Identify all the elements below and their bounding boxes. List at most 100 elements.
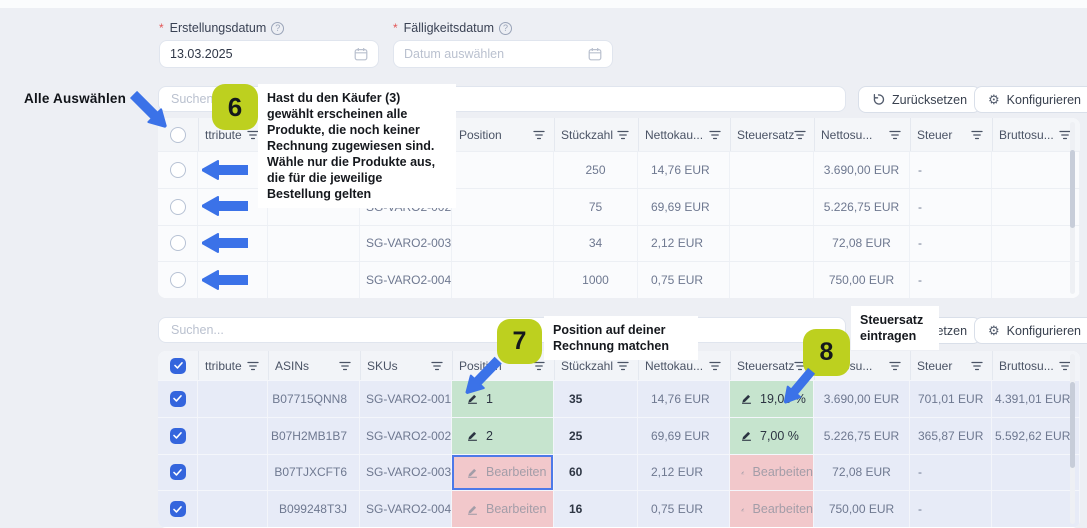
- steuer-value: -: [918, 465, 922, 479]
- edit-icon: [467, 504, 478, 515]
- cell-nettosu: 72,08 EUR: [814, 455, 910, 491]
- filter-icon[interactable]: [617, 130, 629, 140]
- cell-bruttosu: [992, 262, 1080, 298]
- required-asterisk: *: [393, 21, 398, 35]
- column-label[interactable]: Bruttosu...: [999, 359, 1054, 373]
- table-row[interactable]: B07H2MB1B7SG-VARO2-002 822569,69 EUR7,00…: [158, 417, 1080, 454]
- table-row[interactable]: B099248T3JSG-VARO2-004 1Bearbeiten160,75…: [158, 490, 1080, 527]
- help-icon[interactable]: ?: [499, 22, 512, 35]
- steuersatz-value: Bearbeiten: [753, 502, 813, 516]
- column-label[interactable]: Steuer: [917, 128, 952, 142]
- select-all-checkbox[interactable]: [170, 127, 186, 143]
- cell-nettokau: 2,12 EUR: [638, 226, 730, 262]
- reset-button[interactable]: Zurücksetzen: [858, 86, 981, 113]
- column-label[interactable]: Stückzahl: [561, 359, 613, 373]
- table-row[interactable]: SG-VARO2-003342,12 EUR72,08 EUR-: [158, 225, 1080, 262]
- stueckzahl-value: 34: [589, 236, 602, 250]
- page: * Erstellungsdatum ? 13.03.2025 * Fällig…: [0, 0, 1087, 528]
- row-checkbox[interactable]: [170, 428, 186, 444]
- cell-steuer: -: [910, 491, 992, 527]
- cell-nettosu: 3.690,00 EUR: [814, 381, 910, 417]
- position-value: 2: [486, 429, 493, 443]
- position-edit-button[interactable]: 2: [452, 418, 553, 454]
- cell-select: [158, 262, 198, 298]
- filter-icon[interactable]: [889, 361, 901, 371]
- scrollbar[interactable]: [1070, 122, 1075, 294]
- cell-stueckzahl: 60: [554, 455, 638, 491]
- header-cell-position: Position: [452, 118, 554, 151]
- row-checkbox[interactable]: [170, 391, 186, 407]
- steuersatz-edit-button[interactable]: Bearbeiten: [730, 491, 813, 527]
- header-cell-nettosu: Nettosu...: [814, 118, 910, 151]
- scrollbar-thumb[interactable]: [1070, 382, 1075, 468]
- position-edit-button[interactable]: Bearbeiten: [452, 491, 553, 527]
- steuersatz-edit-button[interactable]: Bearbeiten: [730, 455, 813, 491]
- created-date-input[interactable]: 13.03.2025: [159, 40, 379, 68]
- configure-button[interactable]: ⚙ Konfigurieren: [974, 317, 1087, 344]
- row-checkbox[interactable]: [170, 162, 186, 178]
- cell-nettosu: 750,00 EUR: [814, 262, 910, 298]
- configure-button[interactable]: ⚙ Konfigurieren: [974, 86, 1087, 113]
- position-edit-button[interactable]: Bearbeiten: [452, 455, 553, 491]
- asins-value: B07TJXCFT6: [274, 465, 347, 479]
- row-checkbox[interactable]: [170, 199, 186, 215]
- header-cell-stueckzahl: Stückzahl: [554, 118, 638, 151]
- column-label[interactable]: Steuer: [917, 359, 952, 373]
- select-all-annotation: Alle Auswählen: [24, 91, 126, 106]
- stueckzahl-value: 35: [569, 392, 582, 406]
- scrollbar-thumb[interactable]: [1070, 150, 1075, 228]
- filter-icon[interactable]: [709, 361, 721, 371]
- edit-icon: [467, 430, 478, 441]
- cell-stueckzahl: 25: [554, 418, 638, 454]
- skus-value: SG-VARO2-002 8: [366, 429, 452, 443]
- table-row[interactable]: SG-VARO2-00410000,75 EUR750,00 EUR-: [158, 261, 1080, 298]
- filter-icon[interactable]: [971, 130, 983, 140]
- steuer-value: -: [918, 273, 922, 287]
- table-row[interactable]: B07715QNN8SG-VARO2-001 113514,76 EUR19,0…: [158, 380, 1080, 417]
- row-checkbox[interactable]: [170, 272, 186, 288]
- header-cell-steuer: Steuer: [910, 118, 992, 151]
- column-label[interactable]: Steuersatz: [737, 359, 794, 373]
- cell-bruttosu: [992, 455, 1080, 491]
- nettokau-value: 0,75 EUR: [651, 502, 703, 516]
- help-icon[interactable]: ?: [271, 22, 284, 35]
- filter-icon[interactable]: [339, 361, 351, 371]
- column-label[interactable]: Nettokau...: [645, 128, 703, 142]
- column-label[interactable]: Steuersatz: [737, 128, 794, 142]
- cell-bruttosu: [992, 189, 1080, 225]
- cell-skus: SG-VARO2-004 1: [360, 491, 452, 527]
- column-label[interactable]: SKUs: [367, 359, 398, 373]
- filter-icon[interactable]: [431, 361, 443, 371]
- column-label[interactable]: ttribute: [205, 359, 242, 373]
- filter-icon[interactable]: [794, 130, 806, 140]
- steuersatz-edit-button[interactable]: 7,00 %: [730, 418, 813, 454]
- filter-icon[interactable]: [247, 361, 259, 371]
- cell-skus: SG-VARO2-002 8: [360, 418, 452, 454]
- callout-badge-7: 7: [497, 319, 542, 364]
- row-checkbox[interactable]: [170, 464, 186, 480]
- steuersatz-value: 7,00 %: [760, 429, 799, 443]
- cell-position: [452, 189, 554, 225]
- cell-bruttosu: 5.592,62 EUR: [992, 418, 1080, 454]
- column-label[interactable]: Nettokau...: [645, 359, 703, 373]
- filter-icon[interactable]: [971, 361, 983, 371]
- row-checkbox[interactable]: [170, 235, 186, 251]
- skus-value: SG-VARO2-004 1: [366, 502, 452, 516]
- column-label[interactable]: ASINs: [275, 359, 309, 373]
- table-row[interactable]: B07TJXCFT6SG-VARO2-003 4Bearbeiten602,12…: [158, 454, 1080, 491]
- filter-icon[interactable]: [617, 361, 629, 371]
- select-all-checkbox[interactable]: [170, 358, 186, 374]
- cell-select: [158, 491, 198, 527]
- scrollbar[interactable]: [1070, 354, 1075, 524]
- column-label[interactable]: Position: [459, 128, 502, 142]
- filter-icon[interactable]: [533, 130, 545, 140]
- filter-icon[interactable]: [709, 130, 721, 140]
- filter-icon[interactable]: [889, 130, 901, 140]
- column-label[interactable]: Bruttosu...: [999, 128, 1054, 142]
- column-label[interactable]: Stückzahl: [561, 128, 613, 142]
- cell-steuer: -: [910, 455, 992, 491]
- nettosu-value: 72,08 EUR: [832, 236, 891, 250]
- row-checkbox[interactable]: [170, 501, 186, 517]
- due-date-input[interactable]: Datum auswählen: [393, 40, 613, 68]
- column-label[interactable]: Nettosu...: [821, 128, 872, 142]
